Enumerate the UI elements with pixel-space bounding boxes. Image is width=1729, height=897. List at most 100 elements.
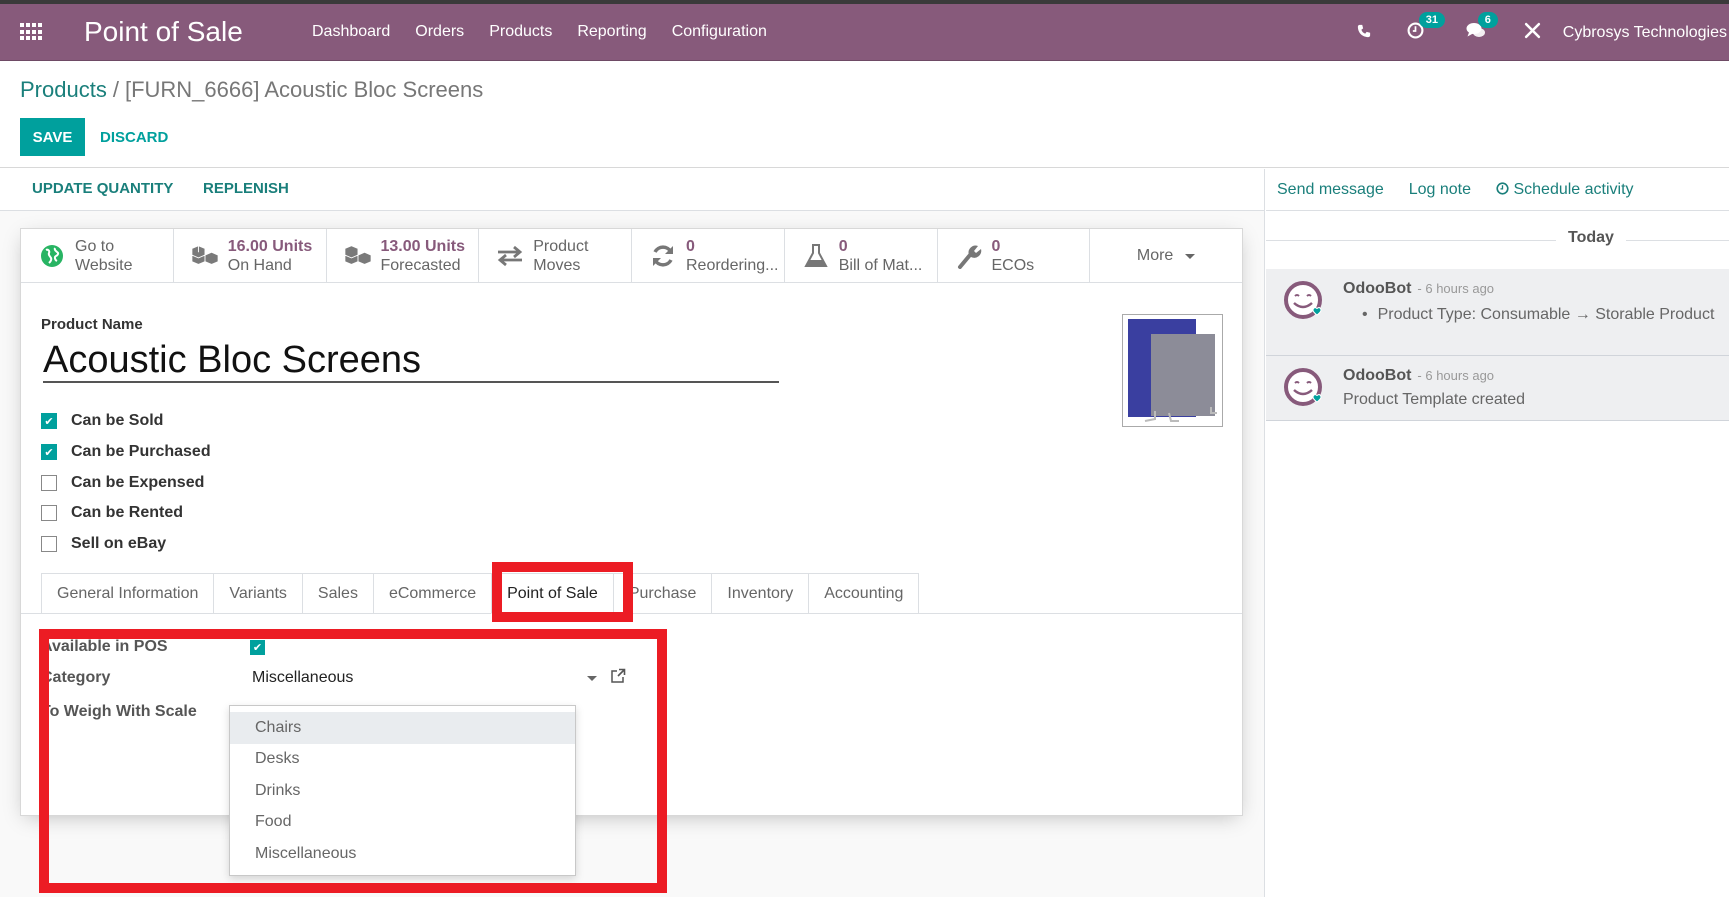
notebook-tabs: General Information Variants Sales eComm… (41, 573, 920, 614)
sell-on-ebay-label: Sell on eBay (71, 535, 167, 553)
can-be-rented-checkbox[interactable] (41, 505, 57, 522)
messages-button[interactable]: 6 (1466, 11, 1498, 44)
category-option-food[interactable]: Food (230, 807, 575, 839)
external-link-icon[interactable] (610, 668, 626, 689)
ecos-label: ECOs (991, 257, 1035, 274)
breadcrumb-products-link[interactable]: Products (20, 77, 107, 102)
tab-inventory[interactable]: Inventory (711, 573, 809, 614)
flag-can-be-expensed: Can be Expensed (41, 467, 211, 498)
phone-button[interactable] (1357, 23, 1371, 43)
flag-can-be-sold: ✔ Can be Sold (41, 406, 211, 437)
tab-accounting[interactable]: Accounting (808, 573, 920, 614)
tab-ecommerce[interactable]: eCommerce (372, 573, 492, 614)
breadcrumb-separator: / (112, 77, 119, 102)
category-option-drinks[interactable]: Drinks (230, 775, 575, 807)
schedule-activity-label: Schedule activity (1513, 180, 1634, 198)
phone-icon (1357, 24, 1370, 37)
more-button[interactable]: More (1090, 229, 1242, 283)
replenish-button[interactable]: REPLENISH (203, 180, 289, 197)
date-separator-label: Today (1556, 229, 1626, 247)
caret-down-icon (1185, 253, 1196, 259)
tab-purchase[interactable]: Purchase (612, 573, 712, 614)
can-be-expensed-checkbox[interactable] (41, 474, 57, 491)
chatter-message: OdooBot - 6 hours ago Product Template cr… (1266, 356, 1729, 421)
category-option-desks[interactable]: Desks (230, 744, 575, 776)
update-quantity-button[interactable]: UPDATE QUANTITY (32, 180, 173, 197)
bom-label: Bill of Mat... (838, 257, 923, 274)
bullet: • (1362, 306, 1368, 323)
tab-general-information[interactable]: General Information (41, 573, 214, 614)
refresh-icon (648, 243, 678, 269)
save-button[interactable]: SAVE (20, 118, 85, 156)
category-label: Category (41, 669, 111, 686)
can-be-sold-checkbox[interactable]: ✔ (41, 413, 57, 430)
message-body: Product Template created (1343, 391, 1526, 408)
odoobot-avatar (1284, 281, 1322, 319)
more-label: More (1136, 247, 1174, 264)
breadcrumb-current: [FURN_6666] Acoustic Bloc Screens (124, 77, 484, 102)
send-message-button[interactable]: Send message (1277, 181, 1384, 199)
forecasted-button[interactable]: 13.00 Units Forecasted (327, 229, 480, 283)
app-title: Point of Sale (84, 16, 243, 47)
reordering-value: 0 (686, 238, 695, 255)
main-navbar: Point of Sale Dashboard Orders Products … (0, 4, 1729, 61)
exchange-icon (495, 245, 525, 267)
sell-on-ebay-checkbox[interactable] (41, 536, 57, 553)
website-line1: Go to (75, 238, 115, 255)
tools-icon (1524, 22, 1540, 38)
category-option-chairs[interactable]: Chairs (230, 712, 575, 744)
message-time: - 6 hours ago (1417, 368, 1495, 383)
menu-reporting[interactable]: Reporting (577, 23, 646, 41)
menu-orders[interactable]: Orders (415, 23, 464, 41)
activities-button[interactable]: 31 (1407, 11, 1446, 44)
go-to-website-button[interactable]: Go to Website (21, 229, 174, 283)
reordering-label: Reordering... (686, 257, 779, 274)
product-flags: ✔ Can be Sold ✔ Can be Purchased Can be … (41, 406, 211, 559)
cubes-icon (343, 243, 373, 269)
date-separator: Today (1266, 211, 1729, 269)
can-be-purchased-checkbox[interactable]: ✔ (41, 444, 57, 461)
message-count-badge: 6 (1477, 11, 1498, 28)
apps-menu-icon[interactable] (20, 23, 42, 41)
product-moves-button[interactable]: Product Moves (479, 229, 632, 283)
flag-sell-on-ebay: Sell on eBay (41, 529, 211, 560)
tab-sales[interactable]: Sales (301, 573, 373, 614)
odoobot-avatar (1284, 368, 1322, 406)
on-hand-label: On Hand (227, 257, 292, 274)
chatter-panel: Send message Log note Schedule activity … (1266, 169, 1729, 897)
chatter-message: OdooBot - 6 hours ago • Product Type: Cons… (1266, 269, 1729, 356)
message-time: - 6 hours ago (1417, 281, 1495, 296)
breadcrumb: Products / [FURN_6666] Acoustic Bloc Scree… (20, 77, 483, 103)
message-body: Product Type: Consumable → Storable Prod… (1377, 306, 1715, 323)
product-image[interactable] (1122, 314, 1223, 427)
systray: 31 6 Cybrosys Technologies (1357, 4, 1729, 61)
on-hand-button[interactable]: 16.00 Units On Hand (174, 229, 327, 283)
moves-line2: Moves (533, 257, 581, 274)
category-input[interactable]: Miscellaneous (252, 669, 353, 687)
debug-tools-button[interactable] (1524, 22, 1541, 44)
message-author[interactable]: OdooBot (1343, 280, 1411, 297)
product-name-input[interactable] (43, 339, 779, 383)
schedule-activity-button[interactable]: Schedule activity (1496, 181, 1634, 199)
tab-variants[interactable]: Variants (213, 573, 302, 614)
menu-products[interactable]: Products (489, 23, 552, 41)
forecasted-value: 13.00 Units (380, 238, 465, 255)
bill-of-materials-button[interactable]: 0 Bill of Mat... (785, 229, 938, 283)
on-hand-value: 16.00 Units (227, 238, 313, 255)
to-weigh-with-scale-label: To Weigh With Scale (41, 703, 197, 720)
discard-button[interactable]: DISCARD (100, 118, 168, 156)
message-author[interactable]: OdooBot (1343, 367, 1411, 384)
tab-point-of-sale[interactable]: Point of Sale (491, 573, 613, 614)
ecos-button[interactable]: 0 ECOs (938, 229, 1091, 283)
menu-dashboard[interactable]: Dashboard (312, 23, 390, 41)
can-be-rented-label: Can be Rented (71, 504, 184, 522)
log-note-button[interactable]: Log note (1409, 181, 1471, 199)
ecos-value: 0 (991, 238, 1001, 255)
category-option-miscellaneous[interactable]: Miscellaneous (230, 838, 575, 870)
chatter-topbar: Send message Log note Schedule activity (1266, 169, 1729, 211)
available-in-pos-checkbox[interactable]: ✔ (250, 640, 265, 655)
company-switcher[interactable]: Cybrosys Technologies (1563, 24, 1727, 42)
category-dropdown-caret[interactable] (587, 676, 597, 681)
menu-configuration[interactable]: Configuration (672, 23, 767, 41)
reordering-rules-button[interactable]: 0 Reordering... (632, 229, 785, 283)
